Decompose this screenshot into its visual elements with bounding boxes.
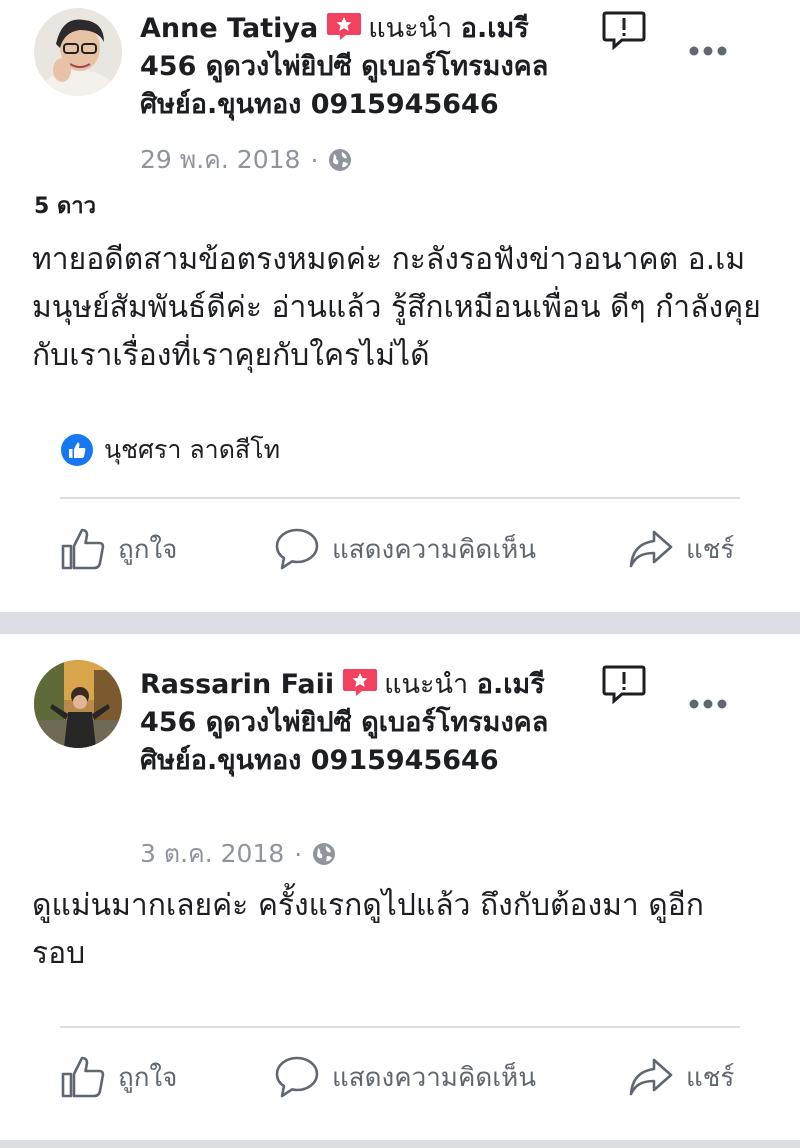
action-bar: ถูกใจ แสดงความคิดเห็น แชร์ [0, 1048, 800, 1108]
thumbs-up-icon [60, 526, 106, 572]
separator-dot: · [294, 839, 303, 869]
report-icon[interactable] [602, 10, 646, 50]
review-body: ทายอดีตสามข้อตรงหมดค่ะ กะลังรอฟังข่าวอนา… [32, 242, 761, 373]
report-icon[interactable] [602, 664, 646, 704]
like-reaction-icon [60, 433, 94, 467]
comment-button[interactable]: แสดงความคิดเห็น [274, 1054, 536, 1100]
post-separator [0, 612, 800, 634]
post-meta: 29 พ.ค. 2018 · [140, 140, 352, 180]
thumbs-up-icon [60, 1054, 106, 1100]
recommend-label: แนะนำ [368, 13, 453, 44]
liked-by-name: นุชศรา ลาดสีโท [104, 435, 281, 464]
author-name[interactable]: Anne Tatiya [140, 13, 318, 44]
review-header: Anne Tatiya แนะนำ อ.เมรี 456 ดูดวงไพ่ยิปซ… [140, 10, 590, 124]
more-options-icon[interactable] [688, 45, 728, 57]
reactions-summary[interactable]: นุชศรา ลาดสีโท [60, 430, 280, 470]
like-button[interactable]: ถูกใจ [60, 1054, 177, 1100]
share-icon [628, 1054, 674, 1100]
review-body: ดูแม่นมากเลยค่ะ ครั้งแรกดูไปแล้ว ถึงกับต… [32, 888, 704, 971]
like-button[interactable]: ถูกใจ [60, 526, 177, 572]
globe-icon [328, 148, 352, 172]
recommend-badge-icon [342, 667, 378, 697]
post-date[interactable]: 3 ต.ค. 2018 [140, 834, 284, 874]
author-name[interactable]: Rassarin Faii [140, 669, 334, 700]
star-rating: 5 ดาว [34, 194, 96, 219]
review-post-1: Anne Tatiya แนะนำ อ.เมรี 456 ดูดวงไพ่ยิปซ… [0, 0, 800, 612]
post-separator [0, 1140, 800, 1148]
post-date[interactable]: 29 พ.ค. 2018 [140, 140, 300, 180]
author-avatar[interactable] [34, 660, 122, 748]
comment-button[interactable]: แสดงความคิดเห็น [274, 526, 536, 572]
globe-icon [312, 842, 336, 866]
like-label: ถูกใจ [118, 1062, 178, 1093]
comment-icon [274, 526, 320, 572]
review-post-2: Rassarin Faii แนะนำ อ.เมรี 456 ดูดวงไพ่ยิ… [0, 634, 800, 1148]
action-bar: ถูกใจ แสดงความคิดเห็น แชร์ [0, 520, 800, 580]
share-label: แชร์ [686, 1062, 735, 1093]
divider [60, 1026, 740, 1028]
like-label: ถูกใจ [118, 534, 178, 565]
separator-dot: · [310, 145, 319, 175]
more-options-icon[interactable] [688, 698, 728, 710]
share-icon [628, 526, 674, 572]
share-button[interactable]: แชร์ [628, 1054, 734, 1100]
recommend-label: แนะนำ [384, 669, 469, 700]
recommend-badge-icon [326, 11, 362, 41]
comment-label: แสดงความคิดเห็น [332, 534, 537, 565]
share-label: แชร์ [686, 534, 735, 565]
author-avatar[interactable] [34, 8, 122, 96]
comment-label: แสดงความคิดเห็น [332, 1062, 537, 1093]
review-header: Rassarin Faii แนะนำ อ.เมรี 456 ดูดวงไพ่ยิ… [140, 666, 560, 780]
share-button[interactable]: แชร์ [628, 526, 734, 572]
divider [60, 497, 740, 499]
comment-icon [274, 1054, 320, 1100]
post-meta: 3 ต.ค. 2018 · [140, 834, 336, 874]
